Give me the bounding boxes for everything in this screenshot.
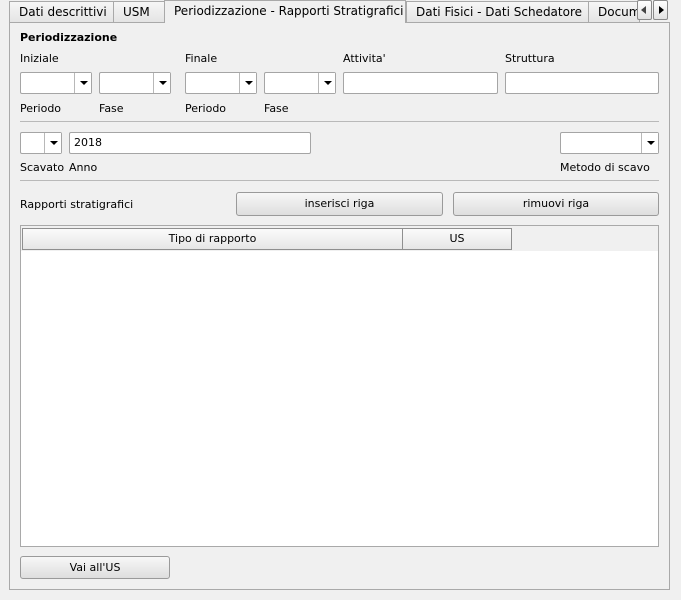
rapporti-table[interactable]: Tipo di rapporto US xyxy=(20,225,659,547)
tab-dati-descrittivi[interactable]: Dati descrittivi xyxy=(9,1,114,22)
goto-us-button[interactable]: Vai all'US xyxy=(20,556,170,579)
tab-label: Dati descrittivi xyxy=(19,5,107,19)
periodo-finale-label: Periodo xyxy=(185,102,227,115)
finale-label: Finale xyxy=(185,52,218,65)
scavato-label: Scavato xyxy=(20,161,65,174)
anno-field[interactable]: 2018 xyxy=(69,132,311,154)
chevron-down-icon xyxy=(641,133,658,153)
anno-label: Anno xyxy=(69,161,98,174)
tab-label: USM xyxy=(123,5,150,19)
chevron-down-icon xyxy=(44,133,61,153)
struttura-label: Struttura xyxy=(505,52,555,65)
fase-iniziale-combo[interactable] xyxy=(99,72,171,94)
struttura-field[interactable] xyxy=(505,72,659,94)
fase-finale-label: Fase xyxy=(264,102,289,115)
insert-row-button[interactable]: inserisci riga xyxy=(236,192,443,216)
divider xyxy=(20,180,659,181)
attivita-label: Attivita' xyxy=(343,52,386,65)
remove-row-button[interactable]: rimuovi riga xyxy=(453,192,659,216)
column-header-tipo-rapporto[interactable]: Tipo di rapporto xyxy=(22,228,403,250)
arrow-left-icon xyxy=(641,6,646,14)
chevron-down-icon xyxy=(239,73,256,93)
periodo-iniziale-label: Periodo xyxy=(20,102,62,115)
chevron-down-icon xyxy=(318,73,335,93)
scavato-combo[interactable] xyxy=(20,132,62,154)
iniziale-label: Iniziale xyxy=(20,52,59,65)
attivita-field[interactable] xyxy=(343,72,498,94)
chevron-down-icon xyxy=(153,73,170,93)
periodo-finale-combo[interactable] xyxy=(185,72,257,94)
tab-scroll-left-button[interactable] xyxy=(637,0,652,20)
chevron-down-icon xyxy=(74,73,91,93)
fase-iniziale-label: Fase xyxy=(99,102,124,115)
section-title: Periodizzazione xyxy=(20,31,118,44)
periodo-iniziale-combo[interactable] xyxy=(20,72,92,94)
tab-label: Periodizzazione - Rapporti Stratigrafici xyxy=(174,4,404,18)
tab-periodizzazione-rapporti[interactable]: Periodizzazione - Rapporti Stratigrafici xyxy=(164,0,406,23)
metodo-scavo-label: Metodo di scavo xyxy=(560,161,650,174)
tab-usm[interactable]: USM xyxy=(113,1,165,22)
tab-documentazione[interactable]: Docum xyxy=(588,1,640,22)
column-header-us[interactable]: US xyxy=(402,228,512,250)
rapporti-label: Rapporti stratigrafici xyxy=(20,198,134,211)
tab-dati-fisici[interactable]: Dati Fisici - Dati Schedatore xyxy=(406,1,589,22)
divider xyxy=(20,121,659,122)
metodo-scavo-combo[interactable] xyxy=(560,132,659,154)
arrow-right-icon xyxy=(659,6,664,14)
tab-scroll-right-button[interactable] xyxy=(653,0,668,20)
fase-finale-combo[interactable] xyxy=(264,72,336,94)
tab-label: Docum xyxy=(598,5,640,19)
tab-label: Dati Fisici - Dati Schedatore xyxy=(416,5,583,19)
table-header: Tipo di rapporto US xyxy=(21,226,658,251)
